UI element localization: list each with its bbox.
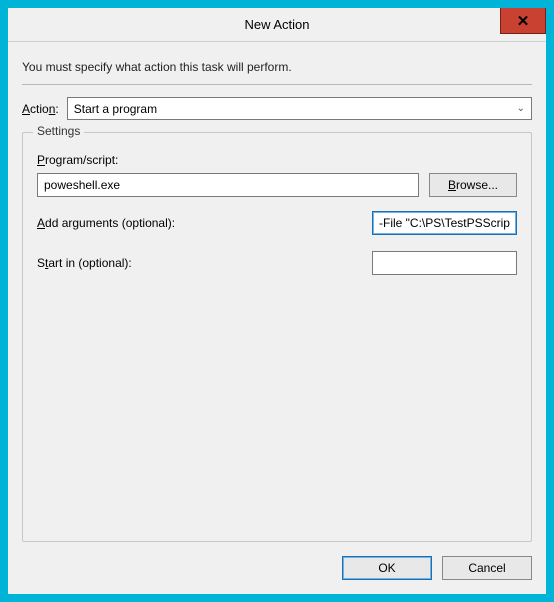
program-input[interactable] bbox=[37, 173, 419, 197]
action-row: Action: Start a program ⌄ bbox=[22, 97, 532, 120]
client-area: You must specify what action this task w… bbox=[8, 42, 546, 594]
arguments-input[interactable] bbox=[372, 211, 517, 235]
settings-group: Settings Program/script: Browse... Add a… bbox=[22, 132, 532, 542]
window-title: New Action bbox=[244, 17, 309, 32]
window-frame: New Action ✕ You must specify what actio… bbox=[0, 0, 554, 602]
titlebar: New Action ✕ bbox=[8, 8, 546, 42]
divider bbox=[22, 84, 532, 85]
browse-button[interactable]: Browse... bbox=[429, 173, 517, 197]
dialog-button-row: OK Cancel bbox=[22, 556, 532, 580]
arguments-row: Add arguments (optional): bbox=[37, 211, 517, 235]
arguments-label: Add arguments (optional): bbox=[37, 216, 175, 230]
program-row: Browse... bbox=[37, 173, 517, 197]
action-dropdown[interactable]: Start a program ⌄ bbox=[67, 97, 532, 120]
close-icon: ✕ bbox=[517, 12, 530, 30]
action-selected-value: Start a program bbox=[74, 102, 157, 116]
cancel-button[interactable]: Cancel bbox=[442, 556, 532, 580]
close-button[interactable]: ✕ bbox=[500, 8, 546, 34]
intro-text: You must specify what action this task w… bbox=[22, 60, 532, 74]
startin-label: Start in (optional): bbox=[37, 256, 132, 270]
settings-group-title: Settings bbox=[33, 124, 84, 138]
chevron-down-icon: ⌄ bbox=[517, 103, 525, 114]
action-label: Action: bbox=[22, 102, 59, 116]
program-label: Program/script: bbox=[37, 153, 517, 167]
startin-input[interactable] bbox=[372, 251, 517, 275]
startin-row: Start in (optional): bbox=[37, 251, 517, 275]
ok-button[interactable]: OK bbox=[342, 556, 432, 580]
